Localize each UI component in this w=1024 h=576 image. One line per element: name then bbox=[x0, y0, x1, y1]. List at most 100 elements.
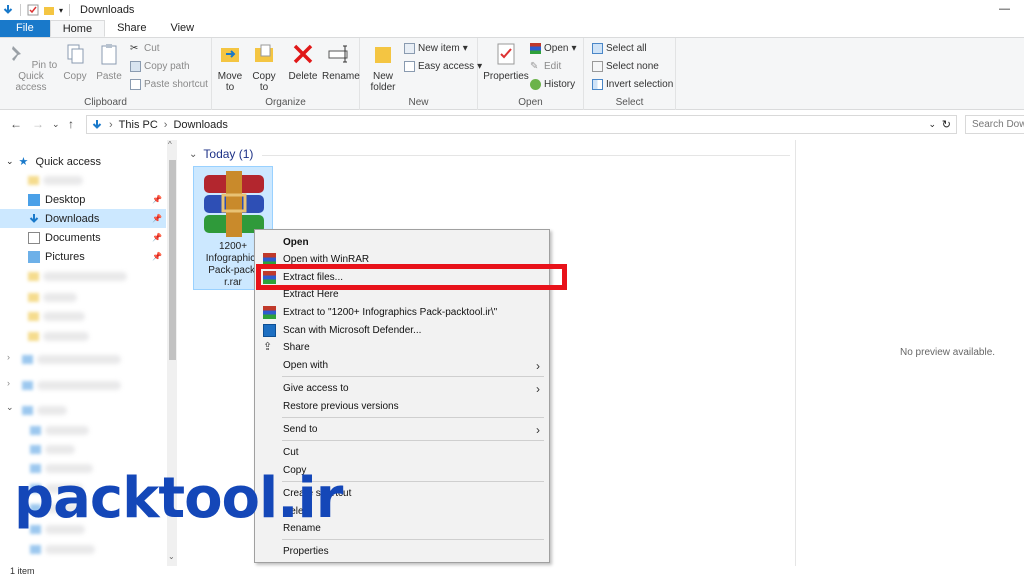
copy-path-button[interactable]: Copy path bbox=[130, 61, 190, 72]
menu-item-label: Open bbox=[283, 237, 309, 248]
invert-selection-button[interactable]: Invert selection bbox=[592, 79, 673, 90]
desktop-folder-icon bbox=[28, 193, 40, 206]
blurred-label bbox=[43, 176, 83, 185]
downloads-icon bbox=[29, 213, 39, 223]
copy-button[interactable]: Copy bbox=[60, 42, 90, 82]
pin-icon: 📌 bbox=[152, 195, 162, 204]
address-dropdown-icon[interactable]: ⌄ bbox=[928, 119, 936, 130]
paste-shortcut-button[interactable]: Paste shortcut bbox=[130, 79, 208, 90]
select-group: Select all Select none Invert selection … bbox=[584, 38, 676, 110]
chevron-right-icon: › bbox=[536, 358, 540, 373]
up-arrow-icon[interactable]: ↑ bbox=[68, 117, 74, 131]
downloads-icon bbox=[92, 119, 102, 129]
ribbon-tabs: File Home Share View bbox=[0, 20, 1024, 38]
menu-separator bbox=[282, 440, 544, 441]
menu-item-properties[interactable]: Properties bbox=[256, 543, 548, 560]
menu-item-give-access[interactable]: Give access to › bbox=[256, 380, 548, 397]
menu-item-share[interactable]: ⇪ Share bbox=[256, 339, 548, 356]
invert-selection-label: Invert selection bbox=[606, 79, 674, 90]
tab-file[interactable]: File bbox=[0, 20, 50, 37]
open-button[interactable]: Open ▾ bbox=[530, 43, 577, 54]
rename-icon bbox=[328, 45, 348, 63]
blurred-folder-icon bbox=[30, 426, 41, 435]
new-folder-label: New folder bbox=[370, 71, 396, 93]
nav-quick-access[interactable]: ⌄ ★ Quick access bbox=[0, 152, 166, 171]
delete-label: Delete bbox=[288, 71, 318, 82]
group-header-today[interactable]: ⌄ Today (1) bbox=[189, 147, 253, 161]
menu-item-cut[interactable]: Cut bbox=[256, 444, 548, 461]
back-arrow-icon[interactable]: ← bbox=[10, 117, 22, 131]
forward-arrow-icon[interactable]: → bbox=[32, 117, 44, 131]
delete-button[interactable]: Delete bbox=[288, 42, 318, 82]
easy-access-label: Easy access bbox=[418, 61, 475, 72]
easy-access-button[interactable]: Easy access ▾ bbox=[404, 61, 482, 72]
share-icon: ⇪ bbox=[263, 341, 273, 353]
dropdown-arrow-icon: ▾ bbox=[462, 43, 468, 54]
scroll-down-icon[interactable]: ⌄ bbox=[168, 552, 175, 561]
new-folder-icon[interactable] bbox=[43, 4, 55, 16]
paste-shortcut-label: Paste shortcut bbox=[144, 79, 208, 90]
minimize-icon[interactable]: — bbox=[999, 3, 1010, 15]
blurred-this-pc-icon bbox=[22, 406, 33, 415]
address-bar[interactable]: › This PC › Downloads ⌄ ↻ bbox=[86, 115, 957, 134]
chevron-down-icon[interactable]: ⌄ bbox=[6, 402, 14, 413]
search-input[interactable]: Search Downloads bbox=[965, 115, 1024, 134]
menu-item-label: Open with bbox=[283, 360, 329, 371]
menu-item-open-with[interactable]: Open with › bbox=[256, 357, 548, 374]
copy-to-button[interactable]: Copy to bbox=[250, 42, 278, 93]
rename-button[interactable]: Rename bbox=[322, 42, 360, 82]
properties-checkmark-icon[interactable] bbox=[27, 4, 39, 16]
pictures-icon bbox=[28, 250, 40, 263]
blurred-cloud-icon bbox=[22, 355, 33, 364]
select-all-button[interactable]: Select all bbox=[592, 43, 647, 54]
recent-locations-chevron-icon[interactable]: ⌄ bbox=[52, 119, 60, 130]
properties-button[interactable]: Properties bbox=[482, 42, 530, 82]
watermark: packtool.ir bbox=[14, 466, 343, 531]
cut-button[interactable]: ✂ Cut bbox=[130, 43, 160, 54]
menu-item-extract-to[interactable]: Extract to "1200+ Infographics Pack-pack… bbox=[256, 304, 548, 321]
paste-button[interactable]: Paste bbox=[94, 42, 124, 82]
chevron-right-icon[interactable]: › bbox=[7, 352, 10, 362]
history-button[interactable]: History bbox=[530, 79, 575, 90]
clipboard-group: Pin to Quick access Copy Paste ✂ Cut Cop… bbox=[0, 38, 212, 110]
tab-share[interactable]: Share bbox=[105, 20, 158, 37]
blurred-folder-icon bbox=[28, 176, 39, 185]
properties-icon bbox=[497, 43, 515, 65]
copy-folder-icon bbox=[255, 44, 273, 62]
sidebar-item-downloads[interactable]: Downloads 📌 bbox=[0, 209, 166, 228]
new-group: New folder New item ▾ Easy access ▾ New bbox=[360, 38, 482, 110]
menu-item-send-to[interactable]: Send to › bbox=[256, 421, 548, 438]
tab-home[interactable]: Home bbox=[49, 20, 106, 37]
menu-item-scan-defender[interactable]: Scan with Microsoft Defender... bbox=[256, 322, 548, 339]
pin-quick-access-button[interactable]: Pin to Quick access bbox=[4, 42, 58, 93]
menu-item-label: Give access to bbox=[283, 383, 349, 394]
select-none-icon bbox=[592, 61, 603, 72]
move-to-button[interactable]: Move to bbox=[216, 42, 244, 93]
tab-view[interactable]: View bbox=[158, 20, 206, 37]
breadcrumb-separator: › bbox=[163, 118, 168, 131]
new-item-button[interactable]: New item ▾ bbox=[404, 43, 468, 54]
menu-item-open[interactable]: Open bbox=[256, 234, 548, 251]
chevron-down-icon: ⌄ bbox=[189, 148, 198, 160]
menu-item-label: Extract to "1200+ Infographics Pack-pack… bbox=[283, 307, 498, 318]
group-label-clipboard: Clipboard bbox=[84, 97, 127, 108]
blurred-onedrive-icon bbox=[22, 381, 33, 390]
chevron-right-icon[interactable]: › bbox=[7, 378, 10, 388]
sidebar-item-documents[interactable]: Documents 📌 bbox=[0, 228, 166, 247]
nav-scrollbar-thumb[interactable] bbox=[169, 160, 176, 360]
scroll-up-icon[interactable]: ^ bbox=[168, 140, 172, 149]
edit-button[interactable]: ✎ Edit bbox=[530, 61, 561, 72]
copy-path-icon bbox=[130, 61, 141, 72]
new-folder-button[interactable]: New folder bbox=[368, 42, 398, 93]
refresh-icon[interactable]: ↻ bbox=[942, 118, 951, 131]
breadcrumb-downloads[interactable]: Downloads bbox=[173, 119, 227, 131]
dropdown-arrow-icon[interactable]: ▾ bbox=[59, 6, 63, 15]
sidebar-item-desktop[interactable]: Desktop 📌 bbox=[0, 190, 166, 209]
clipboard-icon bbox=[101, 44, 117, 65]
menu-item-restore-versions[interactable]: Restore previous versions bbox=[256, 398, 548, 415]
group-header-label: Today (1) bbox=[203, 147, 254, 161]
breadcrumb-this-pc[interactable]: This PC bbox=[119, 119, 158, 131]
sidebar-item-pictures[interactable]: Pictures 📌 bbox=[0, 247, 166, 266]
blurred-folder-icon bbox=[30, 445, 41, 454]
select-none-button[interactable]: Select none bbox=[592, 61, 659, 72]
